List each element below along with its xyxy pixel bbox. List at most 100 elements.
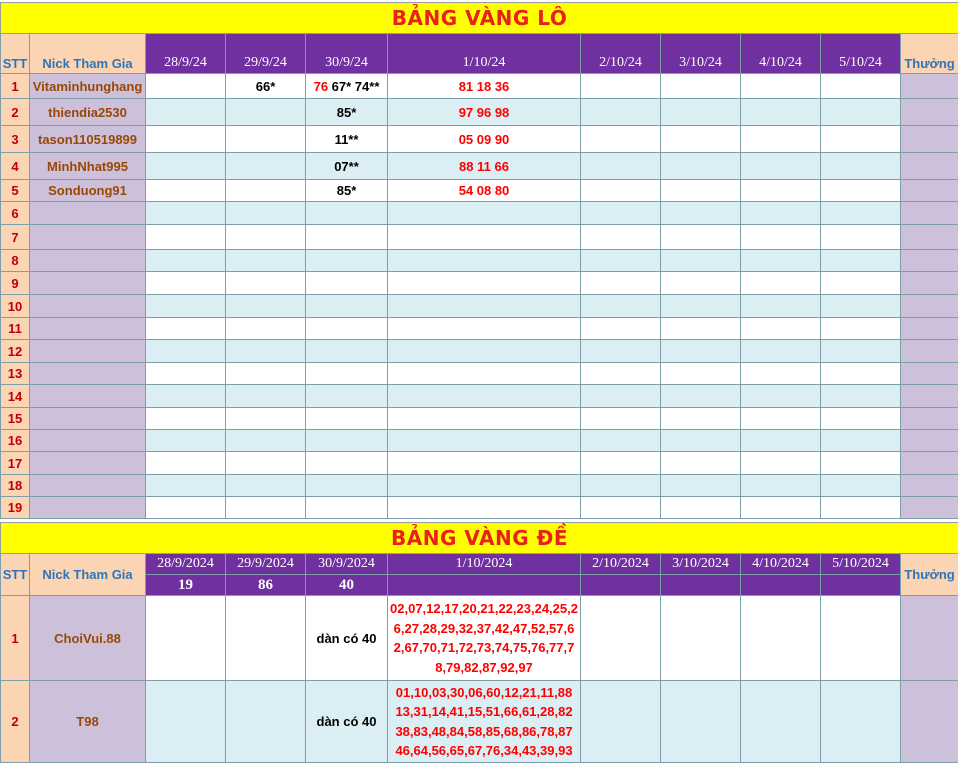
de-cell[interactable]: [740, 680, 821, 763]
lo-cell[interactable]: [387, 339, 581, 363]
lo-cell[interactable]: [820, 224, 901, 250]
lo-cell[interactable]: [820, 201, 901, 225]
lo-cell[interactable]: [820, 125, 901, 153]
lo-cell[interactable]: [580, 73, 661, 99]
lo-reward-cell[interactable]: [899, 474, 958, 497]
lo-row-nick[interactable]: [29, 249, 146, 272]
lo-cell[interactable]: [580, 152, 661, 180]
lo-cell[interactable]: [225, 407, 306, 430]
lo-cell[interactable]: [305, 496, 388, 519]
lo-cell[interactable]: [820, 317, 901, 340]
lo-row-nick[interactable]: MinhNhat995: [29, 152, 146, 180]
lo-cell[interactable]: [145, 224, 226, 250]
lo-reward-cell[interactable]: [899, 179, 958, 202]
lo-cell[interactable]: [820, 98, 901, 126]
de-cell[interactable]: [145, 680, 226, 763]
lo-cell[interactable]: [740, 98, 821, 126]
de-cell[interactable]: [820, 680, 901, 763]
lo-cell[interactable]: [225, 294, 306, 318]
lo-cell[interactable]: [305, 271, 388, 295]
lo-cell[interactable]: [145, 152, 226, 180]
lo-cell[interactable]: [660, 317, 741, 340]
lo-cell[interactable]: [225, 179, 306, 202]
lo-cell[interactable]: [580, 125, 661, 153]
de-reward-cell[interactable]: [899, 595, 958, 681]
lo-cell[interactable]: [225, 271, 306, 295]
lo-cell[interactable]: [305, 429, 388, 452]
lo-cell[interactable]: [580, 339, 661, 363]
lo-cell[interactable]: [660, 152, 741, 180]
lo-cell[interactable]: [660, 125, 741, 153]
lo-cell[interactable]: [660, 474, 741, 497]
lo-cell[interactable]: [225, 384, 306, 408]
lo-cell[interactable]: [660, 407, 741, 430]
lo-cell[interactable]: [145, 73, 226, 99]
lo-cell[interactable]: [225, 249, 306, 272]
lo-cell[interactable]: [145, 384, 226, 408]
lo-cell[interactable]: [660, 179, 741, 202]
lo-cell[interactable]: [580, 407, 661, 430]
lo-cell[interactable]: [820, 496, 901, 519]
lo-cell[interactable]: [820, 152, 901, 180]
de-cell[interactable]: [660, 680, 741, 763]
lo-cell[interactable]: [660, 294, 741, 318]
lo-reward-cell[interactable]: [899, 152, 958, 180]
lo-cell[interactable]: [145, 201, 226, 225]
lo-cell[interactable]: [387, 317, 581, 340]
lo-cell[interactable]: [387, 496, 581, 519]
de-cell[interactable]: [225, 595, 306, 681]
lo-cell[interactable]: [740, 451, 821, 475]
lo-cell[interactable]: 05 09 90: [387, 125, 581, 153]
lo-reward-cell[interactable]: [899, 451, 958, 475]
lo-reward-cell[interactable]: [899, 271, 958, 295]
lo-cell[interactable]: [820, 73, 901, 99]
lo-reward-cell[interactable]: [899, 339, 958, 363]
lo-cell[interactable]: [740, 271, 821, 295]
lo-cell[interactable]: [660, 451, 741, 475]
lo-cell[interactable]: [145, 98, 226, 126]
lo-cell[interactable]: [225, 496, 306, 519]
lo-cell[interactable]: [820, 339, 901, 363]
lo-cell[interactable]: [820, 384, 901, 408]
lo-cell[interactable]: [740, 152, 821, 180]
lo-cell[interactable]: [740, 474, 821, 497]
de-row-nick[interactable]: ChoiVui.88: [29, 595, 146, 681]
lo-cell[interactable]: [580, 271, 661, 295]
lo-cell[interactable]: [740, 384, 821, 408]
lo-cell[interactable]: [580, 362, 661, 385]
lo-cell[interactable]: [820, 451, 901, 475]
lo-cell[interactable]: [660, 271, 741, 295]
lo-cell[interactable]: [580, 224, 661, 250]
lo-cell[interactable]: 81 18 36: [387, 73, 581, 99]
de-reward-cell[interactable]: [899, 680, 958, 763]
lo-cell[interactable]: 66*: [225, 73, 306, 99]
lo-cell[interactable]: [145, 496, 226, 519]
lo-cell[interactable]: [580, 317, 661, 340]
lo-cell[interactable]: [387, 407, 581, 430]
lo-reward-cell[interactable]: [899, 496, 958, 519]
lo-cell[interactable]: [740, 339, 821, 363]
lo-row-nick[interactable]: [29, 362, 146, 385]
lo-reward-cell[interactable]: [899, 317, 958, 340]
lo-cell[interactable]: [580, 249, 661, 272]
lo-cell[interactable]: [145, 474, 226, 497]
lo-cell[interactable]: [305, 474, 388, 497]
de-cell[interactable]: [580, 680, 661, 763]
lo-reward-cell[interactable]: [899, 249, 958, 272]
de-cell[interactable]: [580, 595, 661, 681]
de-cell[interactable]: dàn có 40: [305, 680, 388, 763]
lo-cell[interactable]: [225, 474, 306, 497]
lo-cell[interactable]: [305, 294, 388, 318]
lo-reward-cell[interactable]: [899, 407, 958, 430]
lo-row-nick[interactable]: [29, 429, 146, 452]
lo-cell[interactable]: [660, 73, 741, 99]
lo-reward-cell[interactable]: [899, 73, 958, 99]
lo-cell[interactable]: [740, 294, 821, 318]
lo-cell[interactable]: [580, 474, 661, 497]
lo-row-nick[interactable]: [29, 407, 146, 430]
lo-cell[interactable]: [660, 429, 741, 452]
lo-cell[interactable]: [387, 249, 581, 272]
lo-cell[interactable]: [145, 271, 226, 295]
lo-cell[interactable]: [387, 271, 581, 295]
lo-cell[interactable]: [580, 201, 661, 225]
